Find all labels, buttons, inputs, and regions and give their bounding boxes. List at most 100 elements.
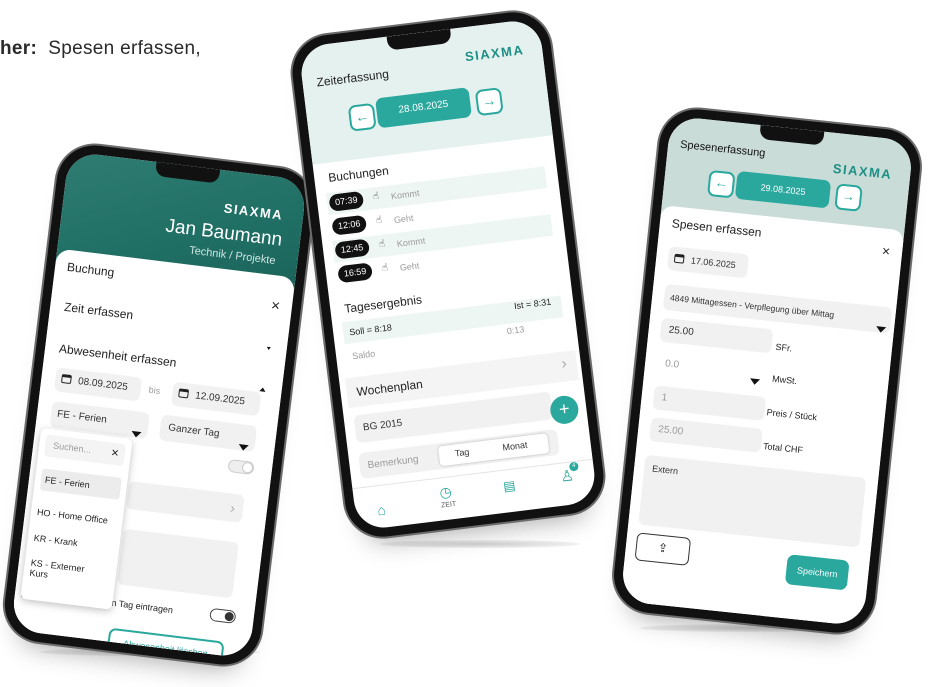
plus-icon: + [557,398,571,420]
option-label: HO - Home Office [36,506,109,526]
close-icon[interactable]: × [881,242,891,259]
date-display[interactable]: 29.08.2025 [734,170,832,209]
headline-text: Spesen erfassen, [48,38,201,59]
hand-icon: ☝ [378,238,386,251]
booking-time: 12:45 [334,238,371,260]
phone-time-tracking: Zeiterfassung SIAXMA ← 28.08.2025 → Buch… [288,8,608,541]
expense-date-value: 17.06.2025 [690,255,737,271]
page-title: Zeiterfassung [315,66,390,90]
every-day-toggle[interactable] [209,607,237,624]
hand-icon: ☝ [372,190,380,203]
hand-icon: ☝ [381,262,389,274]
save-button[interactable]: Speichern [784,554,850,591]
option-label: KR - Krank [33,532,79,549]
booking-label: Geht [393,212,414,226]
date-to-value: 12.09.2025 [194,390,246,408]
page-title: Spesenerfassung [679,138,766,160]
saldo-value: 0:13 [506,324,525,337]
absence-dropdown: Suchen... × FE - Ferien HO - Home Office… [20,427,133,610]
dropdown-option[interactable]: KR - Krank [33,528,119,556]
search-placeholder: Suchen... [52,440,92,456]
duration-value: Ganzer Tag [167,422,221,440]
unit-price-value: 1 [661,392,668,404]
next-day-button[interactable]: → [834,183,863,212]
date-from-value: 08.09.2025 [77,375,129,394]
expenses-sheet: Spesen erfassen × 17.06.2025 4849 Mittag… [620,205,905,627]
dropdown-option[interactable]: FE - Ferien [39,468,122,500]
option-label: FE - Ferien [44,474,91,491]
total-label: Total CHF [762,441,804,456]
chevron-right-icon: › [560,355,568,373]
dropdown-search-input[interactable]: Suchen... × [43,434,126,467]
booking-label: Geht [399,260,420,273]
section-absence-label: Abwesenheit erfassen [58,341,178,370]
close-icon[interactable]: × [270,297,281,315]
every-day-label: en Tag eintragen [105,597,174,616]
soll-value: Soll = 8:18 [348,322,393,338]
absence-type-value: FE - Ferien [56,408,108,426]
clear-icon[interactable]: × [110,445,119,461]
ist-value: Ist = 8:31 [513,296,552,312]
nav-clock-icon[interactable]: ◷ [439,483,453,501]
upload-icon: ⇪ [657,540,669,556]
total-value: 25.00 [657,423,684,438]
date-display[interactable]: 28.08.2025 [375,87,472,129]
prev-day-button[interactable]: ← [347,102,377,132]
amount-field[interactable]: 25.00 [659,317,774,354]
saldo-label: Saldo [351,348,376,362]
expense-date-field[interactable]: 17.06.2025 [667,246,750,279]
booking-label: Kommt [390,187,420,202]
booking-time: 12:06 [331,214,368,236]
weekplan-title: Wochenplan [355,376,424,399]
hand-icon: ☝ [375,214,383,227]
vat-select[interactable]: 0.0 [656,352,770,388]
booking-screen: SIAXMA Jan Baumann Technik / Projekte Bu… [10,151,308,659]
calendar-icon [673,253,685,264]
vat-label: MwSt. [771,373,798,387]
date-bis-label: bis [148,384,161,397]
total-field: 25.00 [649,417,763,453]
view-toggle[interactable]: Tag Monat [437,433,550,467]
remark-placeholder: Extern [651,463,679,477]
date-from-field[interactable]: 08.09.2025 [53,367,143,402]
expenses-screen: Spesenerfassung SIAXMA ← 29.08.2025 → Sp… [620,115,914,627]
sheet-title: Spesen erfassen [671,216,763,240]
unit-price-label: Preis / Stück [766,407,818,423]
project-row[interactable]: › [126,480,245,523]
calendar-icon [178,388,190,399]
add-button[interactable]: + [548,394,580,426]
tab-day[interactable]: Tag [454,447,470,459]
phone-expenses: Spesenerfassung SIAXMA ← 29.08.2025 → Sp… [610,105,924,637]
option-label: KS - Externer Kurs [29,557,86,580]
brand-logo: SIAXMA [223,200,284,223]
date-to-field[interactable]: 12.09.2025 [171,381,262,417]
tab-month[interactable]: Monat [502,440,528,453]
expand-icon [266,337,272,355]
calendar-icon [60,373,72,385]
remark-area[interactable] [116,528,239,599]
booking-sheet: Buchung × Zeit erfassen Abwesenheit erfa… [10,248,296,659]
nav-document-icon[interactable]: ▤ [502,477,516,494]
booking-time: 16:59 [337,262,374,284]
brand-logo: SIAXMA [832,160,894,182]
sheet-title: Buchung [66,259,116,280]
bookings-title: Buchungen [327,163,390,185]
upload-button[interactable]: ⇪ [634,532,692,566]
project-value: BG 2015 [362,417,403,434]
time-screen: Zeiterfassung SIAXMA ← 28.08.2025 → Buch… [298,18,598,531]
day-result-title: Tagesergebnis [343,292,423,316]
dropdown-option[interactable]: KS - Externer Kurs [29,558,91,585]
prev-day-button[interactable]: ← [706,169,736,199]
toggle-switch[interactable] [227,458,255,475]
remark-area[interactable]: Extern [638,454,867,548]
notification-badge: 4 [568,461,579,472]
phone-booking: SIAXMA Jan Baumann Technik / Projekte Bu… [0,141,318,669]
duration-select[interactable]: Ganzer Tag [158,414,258,452]
nav-home-icon[interactable]: ⌂ [376,501,386,518]
booking-label: Kommt [396,235,426,249]
dropdown-arrow-icon [748,370,761,395]
next-day-button[interactable]: → [474,87,504,117]
section-time-label: Zeit erfassen [63,299,134,323]
section-time-entry[interactable]: Zeit erfassen [63,298,274,351]
dropdown-option[interactable]: HO - Home Office [36,502,122,530]
